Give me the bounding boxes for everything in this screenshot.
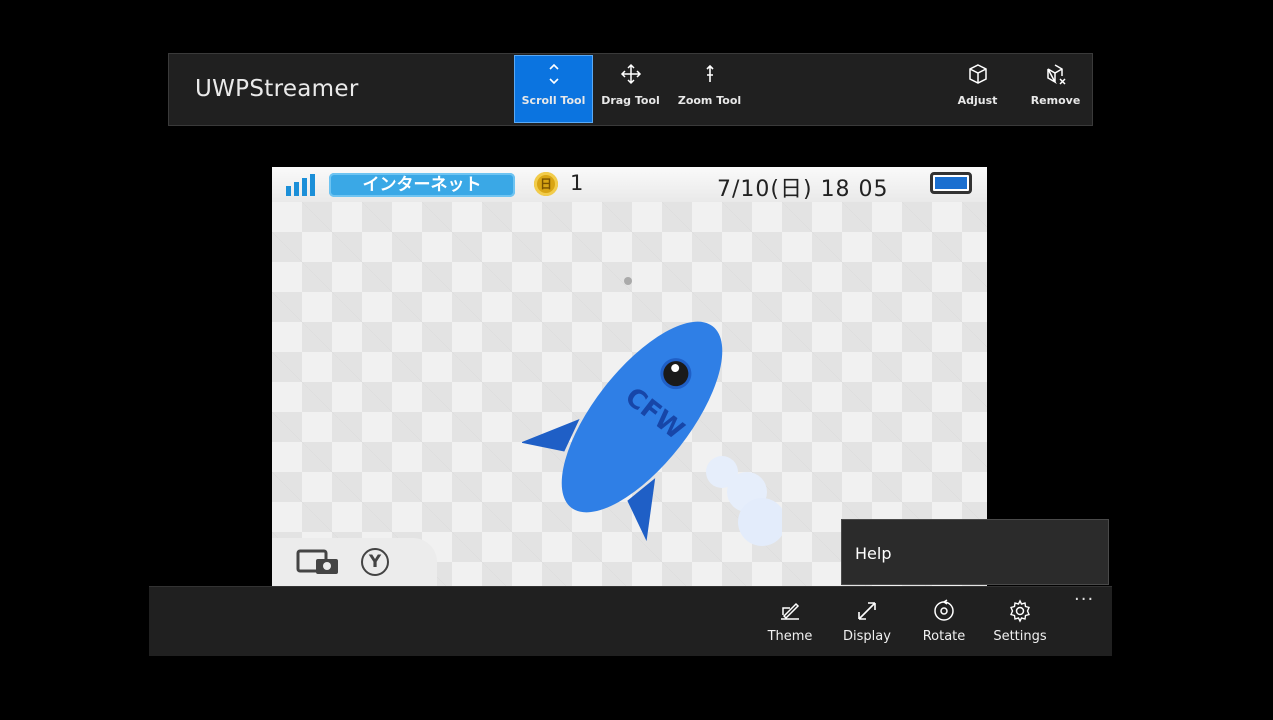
scroll-icon — [515, 56, 592, 92]
display-button[interactable]: Display — [830, 599, 904, 644]
rotate-button[interactable]: Rotate — [907, 599, 981, 644]
adjust-button[interactable]: Adjust — [939, 56, 1016, 122]
remove-cube-icon — [1017, 56, 1094, 92]
bottom-app-bar: Theme Display Rotate Settings ··· — [149, 586, 1112, 656]
settings-button[interactable]: Settings — [983, 599, 1057, 644]
battery-icon — [930, 172, 972, 194]
console-status-bar: インターネット 日 1 7/10(日) 18 05 — [272, 167, 987, 202]
theme-pen-icon — [753, 599, 827, 625]
camera-icon[interactable] — [296, 548, 342, 582]
drag-icon — [592, 56, 669, 92]
zoom-tool-button[interactable]: Zoom Tool — [671, 56, 748, 122]
remove-button[interactable]: Remove — [1017, 56, 1094, 122]
coin-count: 1 — [570, 171, 584, 195]
resize-arrows-icon — [830, 599, 904, 625]
top-command-bar: UWPStreamer Scroll Tool Drag Tool Zoom T… — [168, 53, 1093, 126]
drag-tool-button[interactable]: Drag Tool — [592, 56, 669, 122]
scroll-tool-button[interactable]: Scroll Tool — [514, 55, 593, 123]
cfw-rocket-image: CFW — [520, 287, 786, 561]
more-options-button[interactable]: ··· — [1074, 589, 1094, 610]
cursor-dot — [624, 277, 632, 285]
help-menu: Help — [841, 519, 1109, 585]
y-button-icon[interactable]: Y — [361, 548, 389, 576]
help-menu-item[interactable]: Help — [855, 544, 891, 563]
app-title: UWPStreamer — [195, 76, 359, 102]
signal-icon — [284, 172, 320, 202]
date-time: 7/10(日) 18 05 — [717, 177, 889, 202]
screen-bottom-icons: Y — [272, 538, 437, 586]
zoom-icon — [671, 56, 748, 92]
theme-button[interactable]: Theme — [753, 599, 827, 644]
gear-icon — [983, 599, 1057, 625]
rotate-icon — [907, 599, 981, 625]
play-coin-icon: 日 — [534, 172, 558, 196]
adjust-cube-icon — [939, 56, 1016, 92]
network-status-pill: インターネット — [329, 173, 515, 197]
